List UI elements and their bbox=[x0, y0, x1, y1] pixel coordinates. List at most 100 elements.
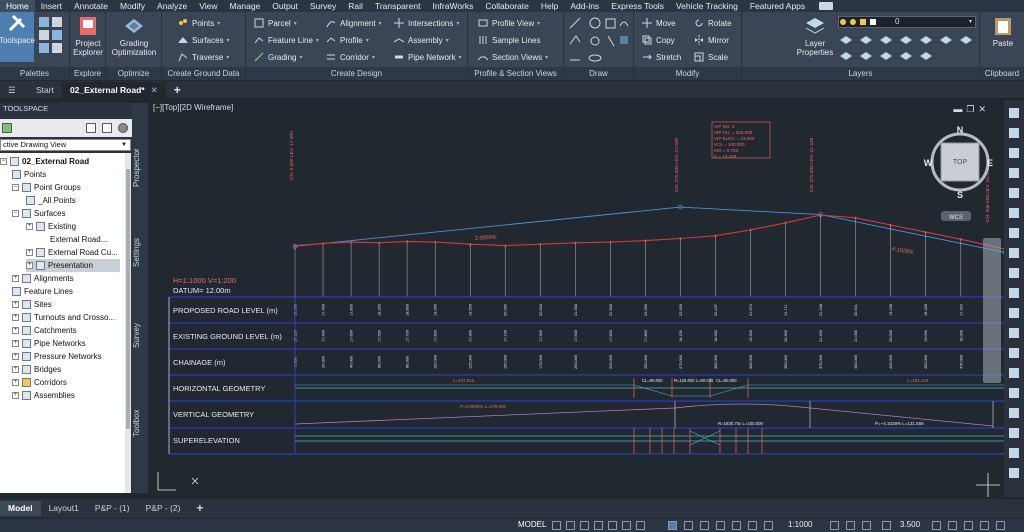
quick-properties-icon[interactable] bbox=[732, 521, 741, 530]
tree-item-assemblies[interactable]: + Assemblies bbox=[12, 389, 75, 402]
tree-item-pressure-networks[interactable]: + Pressure Networks bbox=[12, 350, 102, 363]
menu-annotate[interactable]: Annotate bbox=[68, 0, 114, 12]
menu-add-ins[interactable]: Add-ins bbox=[564, 0, 605, 12]
paste-button[interactable]: Paste bbox=[988, 15, 1018, 48]
snap-icon[interactable] bbox=[566, 521, 575, 530]
hardware-acceleration-icon[interactable] bbox=[932, 521, 941, 530]
compass-south[interactable]: S bbox=[957, 190, 963, 200]
units-icon[interactable] bbox=[716, 521, 725, 530]
move-button[interactable]: Move bbox=[642, 16, 676, 30]
tree-item-catchments[interactable]: + Catchments bbox=[12, 324, 77, 337]
points-button[interactable]: Points ▾ bbox=[178, 16, 220, 30]
surfaces-button[interactable]: Surfaces ▾ bbox=[178, 33, 230, 47]
expand-icon[interactable]: + bbox=[12, 327, 19, 334]
tree-item-drawing[interactable]: −02_External Road bbox=[0, 155, 89, 168]
expand-icon[interactable]: + bbox=[26, 262, 33, 269]
collapse-icon[interactable]: − bbox=[12, 210, 19, 217]
ribbon-toggle-icon[interactable] bbox=[819, 2, 834, 10]
compass-east[interactable]: E bbox=[987, 158, 993, 168]
customization-icon[interactable] bbox=[980, 521, 989, 530]
tab-external-road[interactable]: 02_External Road* ✕ bbox=[61, 82, 166, 98]
close-icon[interactable]: ✕ bbox=[151, 85, 158, 95]
expand-icon[interactable]: + bbox=[12, 353, 19, 360]
lineweight-icon[interactable] bbox=[636, 521, 645, 530]
menu-view[interactable]: View bbox=[193, 0, 223, 12]
tab-pp-2[interactable]: P&P - (2) bbox=[138, 501, 189, 516]
profile-view-button[interactable]: Profile View ▾ bbox=[478, 16, 540, 30]
menu-collaborate[interactable]: Collaborate bbox=[479, 0, 534, 12]
expand-icon[interactable]: + bbox=[26, 223, 33, 230]
tab-survey[interactable]: Survey bbox=[132, 318, 148, 354]
menu-output[interactable]: Output bbox=[266, 0, 304, 12]
tree-item-surface-existing[interactable]: + Existing bbox=[26, 220, 76, 233]
expand-icon[interactable]: + bbox=[12, 301, 19, 308]
copy-button[interactable]: Copy bbox=[642, 33, 675, 47]
expand-icon[interactable]: + bbox=[12, 379, 19, 386]
wcs-button[interactable]: WCS bbox=[949, 215, 963, 221]
profile-button[interactable]: Profile ▾ bbox=[326, 33, 369, 47]
tree-item-alignments[interactable]: + Alignments bbox=[12, 272, 74, 285]
tab-model[interactable]: Model bbox=[0, 501, 41, 516]
toolspace-tool-icon[interactable] bbox=[86, 123, 96, 133]
annotation-scale[interactable]: 1:1000 bbox=[788, 520, 812, 529]
tab-prospector[interactable]: Prospector bbox=[132, 143, 148, 193]
tab-pp-1[interactable]: P&P - (1) bbox=[87, 501, 138, 516]
alignment-button[interactable]: Alignment ▾ bbox=[326, 16, 382, 30]
palette-grid-icon[interactable] bbox=[38, 16, 64, 56]
menu-express-tools[interactable]: Express Tools bbox=[605, 0, 670, 12]
expand-icon[interactable]: + bbox=[26, 249, 33, 256]
stretch-button[interactable]: Stretch bbox=[642, 50, 681, 64]
tree-item-bridges[interactable]: + Bridges bbox=[12, 363, 61, 376]
menu-infraworks[interactable]: InfraWorks bbox=[426, 0, 479, 12]
layer-tools-icons[interactable] bbox=[838, 32, 974, 62]
viewport-controls-label[interactable]: [−][Top][2D Wireframe] bbox=[153, 103, 233, 112]
tab-settings[interactable]: Settings bbox=[132, 233, 148, 273]
menu-icon[interactable] bbox=[996, 521, 1005, 530]
collapse-icon[interactable]: − bbox=[12, 184, 19, 191]
menu-help[interactable]: Help bbox=[535, 0, 564, 12]
menu-survey[interactable]: Survey bbox=[304, 0, 342, 12]
menu-insert[interactable]: Insert bbox=[35, 0, 68, 12]
scale-button[interactable]: Scale bbox=[694, 50, 728, 64]
sample-lines-button[interactable]: Sample Lines bbox=[478, 33, 540, 47]
autoscale-icon[interactable] bbox=[846, 521, 855, 530]
menu-featured-apps[interactable]: Featured Apps bbox=[744, 0, 811, 12]
selection-cycling-icon[interactable] bbox=[668, 521, 677, 530]
grid-icon[interactable] bbox=[552, 521, 561, 530]
gear-icon[interactable] bbox=[862, 521, 871, 530]
corridor-button[interactable]: Corridor ▾ bbox=[326, 50, 375, 64]
tree-item-feature-lines[interactable]: Feature Lines bbox=[12, 285, 73, 298]
menu-transparent[interactable]: Transparent bbox=[369, 0, 427, 12]
tree-item-surface-external-road-cut[interactable]: + External Road Cu... bbox=[26, 246, 118, 259]
layer-properties-button[interactable]: Layer Properties bbox=[794, 15, 836, 57]
compass-west[interactable]: W bbox=[924, 158, 933, 168]
expand-icon[interactable]: + bbox=[12, 366, 19, 373]
tree-item-surfaces[interactable]: − Surfaces bbox=[12, 207, 66, 220]
parcel-button[interactable]: Parcel ▾ bbox=[254, 16, 297, 30]
expand-icon[interactable]: + bbox=[12, 392, 19, 399]
isolate-icon[interactable] bbox=[764, 521, 773, 530]
new-tab-button[interactable]: + bbox=[166, 82, 189, 98]
grading-button[interactable]: Grading ▾ bbox=[254, 50, 302, 64]
tree-item-corridors[interactable]: + Corridors bbox=[12, 376, 67, 389]
pipe-network-button[interactable]: Pipe Network ▾ bbox=[394, 50, 462, 64]
collapse-icon[interactable]: − bbox=[0, 158, 7, 165]
expand-icon[interactable]: + bbox=[12, 275, 19, 282]
menu-analyze[interactable]: Analyze bbox=[151, 0, 193, 12]
right-toolbar-icons[interactable] bbox=[1004, 100, 1024, 497]
menu-rail[interactable]: Rail bbox=[342, 0, 369, 12]
tab-layout1[interactable]: Layout1 bbox=[41, 501, 87, 516]
mirror-button[interactable]: Mirror bbox=[694, 33, 729, 47]
view-selector[interactable]: ctive Drawing View ▼ bbox=[0, 139, 131, 151]
tree-item-points[interactable]: Points bbox=[12, 168, 46, 181]
section-views-button[interactable]: Section Views ▾ bbox=[478, 50, 548, 64]
assembly-button[interactable]: Assembly ▾ bbox=[394, 33, 449, 47]
polar-icon[interactable] bbox=[594, 521, 603, 530]
viewcube-face-top[interactable]: TOP bbox=[953, 159, 968, 166]
new-layout-button[interactable]: + bbox=[188, 501, 211, 516]
draw-tools-icon[interactable] bbox=[568, 16, 630, 64]
isolate-objects-icon[interactable] bbox=[964, 521, 973, 530]
feature-line-button[interactable]: Feature Line ▾ bbox=[254, 33, 319, 47]
viewcube[interactable]: TOP N S E W WCS bbox=[924, 125, 993, 221]
model-space-toggle[interactable]: MODEL bbox=[518, 520, 546, 529]
